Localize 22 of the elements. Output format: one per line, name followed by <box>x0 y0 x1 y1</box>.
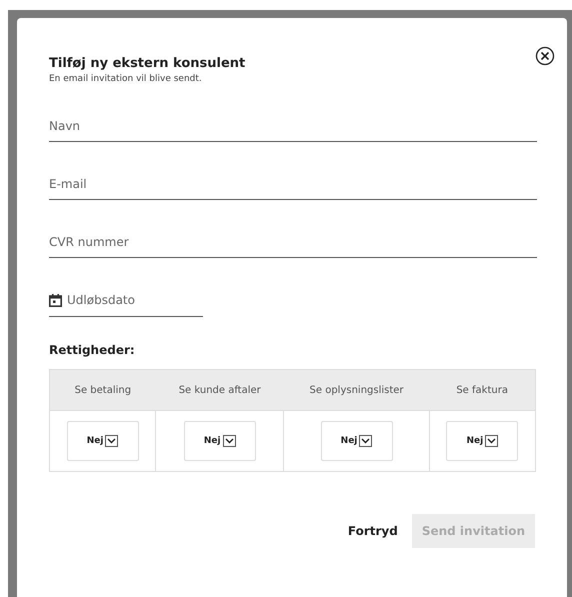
dialog-subtitle: En email invitation vil blive sendt. <box>49 74 203 84</box>
column-header: Se betaling <box>74 384 132 396</box>
caret-icon <box>222 435 236 447</box>
dropdown[interactable]: Nej <box>320 421 393 461</box>
close-icon[interactable] <box>535 46 555 66</box>
input-field[interactable]: Navn <box>49 110 537 142</box>
cancel-button[interactable]: Fortryd <box>348 524 398 538</box>
dropdown[interactable]: Nej <box>446 421 518 461</box>
caret-icon <box>359 435 372 447</box>
calendar-icon <box>49 294 62 306</box>
column-header: Se faktura <box>456 384 508 396</box>
caret-icon <box>105 435 118 447</box>
column-header: Se oplysningslister <box>310 384 404 396</box>
dropdown[interactable]: Nej <box>66 421 139 461</box>
date-field[interactable]: Udløbsdato <box>67 293 203 307</box>
dropdown[interactable]: Nej <box>184 421 256 461</box>
caret-icon <box>485 435 498 447</box>
input-field[interactable]: CVR nummer <box>49 226 537 258</box>
permissions-label: Rettigheder: <box>49 343 136 357</box>
column-header: Se kunde aftaler <box>178 384 261 396</box>
input-field[interactable]: E-mail <box>49 168 537 200</box>
dialog-title: Tilføj ny ekstern konsulent <box>49 56 246 71</box>
